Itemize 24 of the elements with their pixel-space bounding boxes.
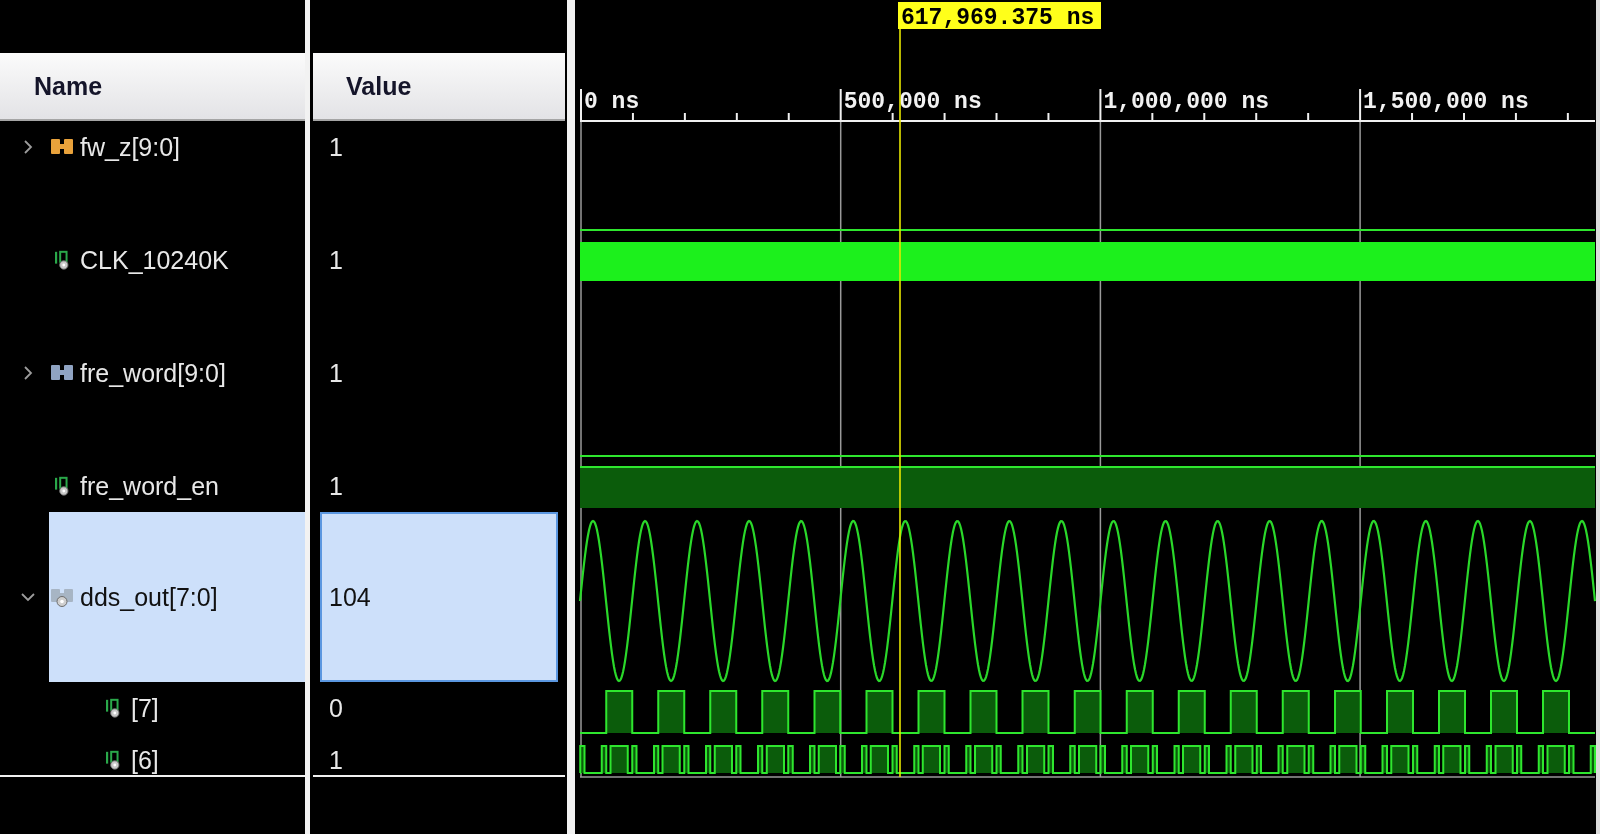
- signal-list-item[interactable]: dds_out[7:0]: [49, 512, 305, 682]
- signal-value: 1: [328, 248, 344, 272]
- signal-value: 1: [328, 474, 344, 498]
- signal-value: 1: [328, 361, 344, 385]
- signal-list-item[interactable]: fre_word_en: [49, 474, 305, 498]
- column-header[interactable]: Name: [0, 53, 305, 121]
- column-header[interactable]: Value: [313, 53, 565, 121]
- signal-value: 1: [328, 135, 344, 159]
- signal-list-item[interactable]: [7]: [49, 696, 305, 720]
- ruler-label: 0 ns: [584, 89, 640, 115]
- signal-list-item[interactable]: [6]: [49, 748, 305, 772]
- signal-value: 1: [328, 748, 344, 772]
- ruler-label: 1,000,000 ns: [1103, 89, 1270, 115]
- signal-list-item[interactable]: CLK_10240K: [49, 248, 305, 272]
- analog-signal-icon: [51, 587, 73, 607]
- chevron-icon[interactable]: [21, 590, 35, 604]
- chevron-icon[interactable]: [21, 140, 35, 154]
- signal-value: 104: [320, 512, 558, 682]
- signal-value: 0: [328, 696, 344, 720]
- signal-list-item[interactable]: fw_z[9:0]: [49, 135, 305, 159]
- ruler-label: 1,500,000 ns: [1363, 89, 1529, 115]
- chevron-icon[interactable]: [21, 366, 35, 380]
- cursor-time-label: 617,969.375 ns: [898, 2, 1101, 31]
- signal-list-item[interactable]: fre_word[9:0]: [49, 361, 305, 385]
